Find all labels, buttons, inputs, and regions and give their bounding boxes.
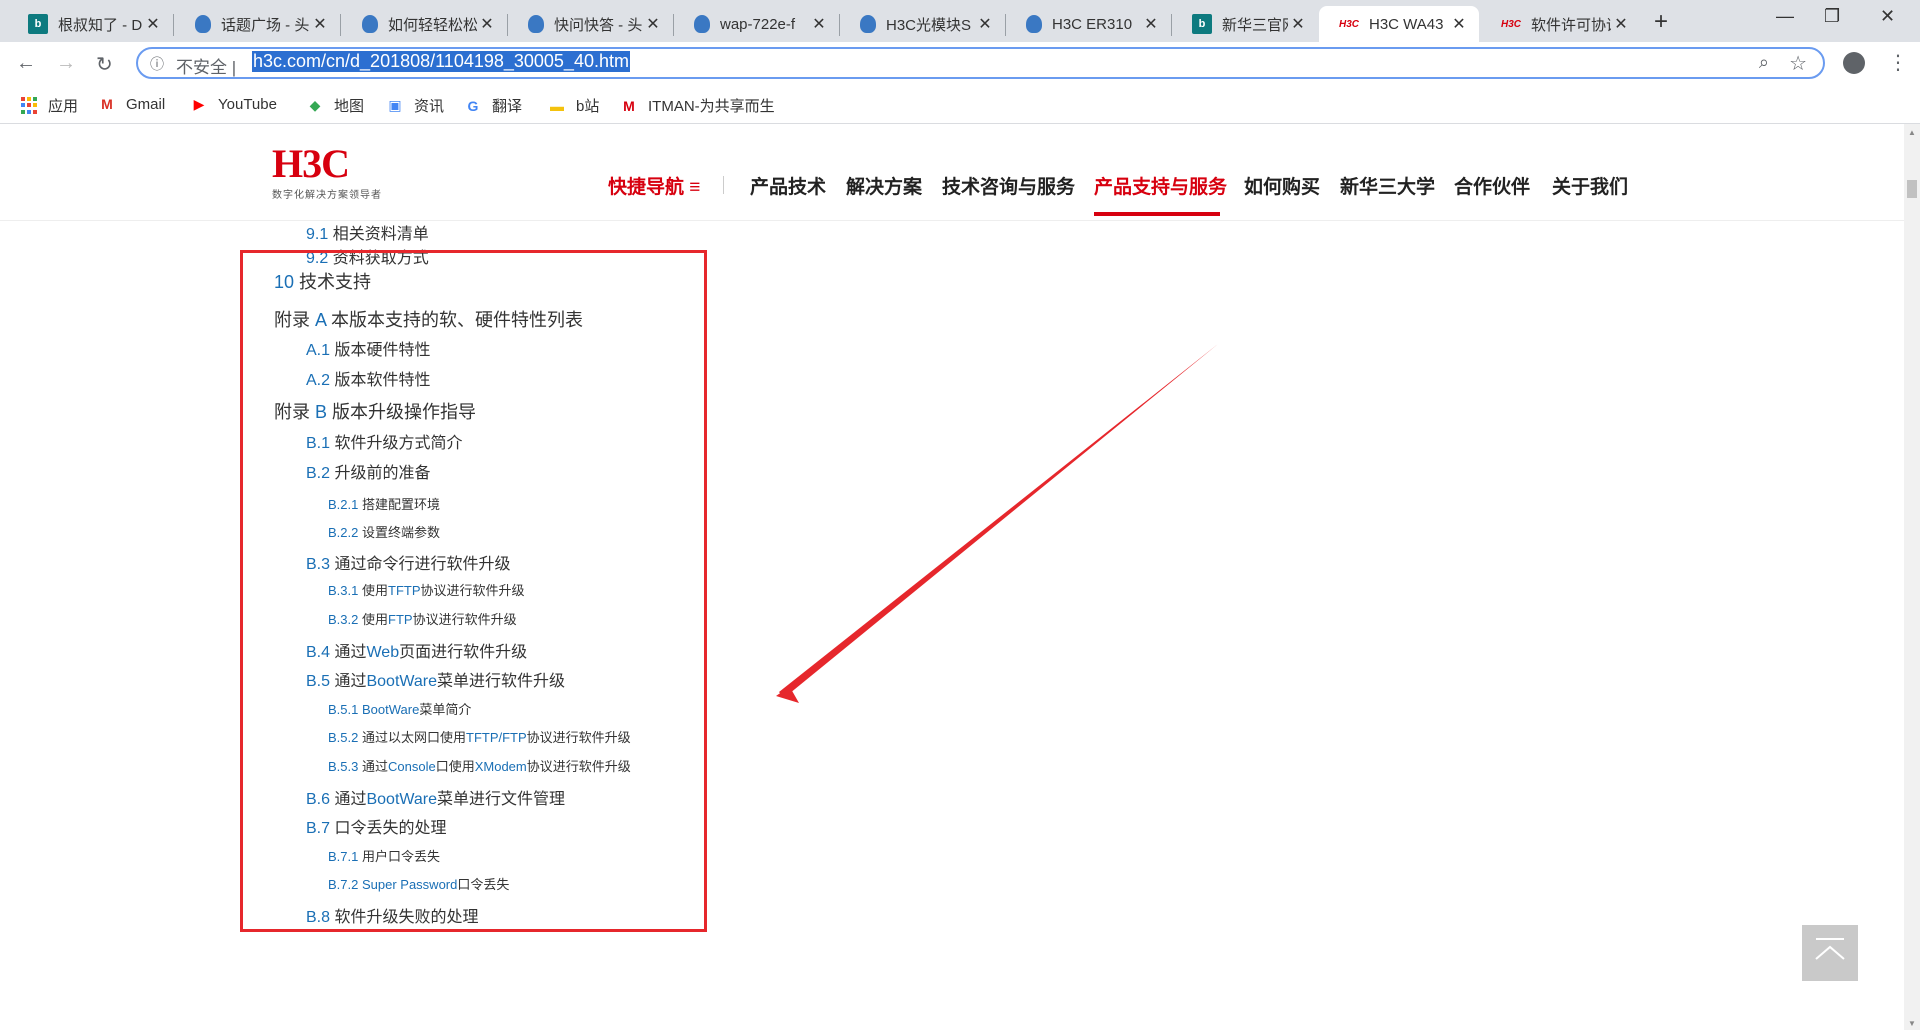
browser-menu-icon[interactable]: ⋮ [1888,50,1908,75]
tab-title: 快问快答 - 头 [554,16,643,34]
bookmark-label: 地图 [334,98,365,115]
url-text[interactable]: h3c.com/cn/d_201808/1104198_30005_40.htm [252,51,630,72]
bookmark-star-icon[interactable]: ☆ [1789,51,1807,76]
browser-tab[interactable]: H3C 软件许可协议✕ [1481,6,1641,42]
bing-icon: b [1192,14,1212,34]
browser-tab[interactable]: 话题广场 - 头 ✕ [175,6,340,42]
tab-title: H3C光模块S [886,16,972,34]
chevron-up-icon [1815,938,1845,960]
tab-title: 软件许可协议 [1531,16,1611,34]
zoom-icon[interactable]: ⌕ [1759,52,1769,73]
folder-icon: ▬ [550,97,564,114]
tab-title: H3C ER310 [1052,15,1133,33]
security-label: 不安全 [176,58,227,77]
close-tab-icon[interactable]: ✕ [643,14,663,34]
droplet-icon [694,15,710,33]
droplet-icon [860,15,876,33]
close-tab-icon[interactable]: ✕ [975,14,995,34]
browser-tab[interactable]: H3C ER310 ✕ [1006,6,1171,42]
droplet-icon [1026,15,1042,33]
close-tab-icon[interactable]: ✕ [1449,14,1469,34]
tab-title: wap-722e-f [720,15,796,33]
scroll-up-icon[interactable]: ▲ [1908,128,1916,137]
news-icon: ▣ [388,97,402,113]
bookmark-item[interactable]: ▣ 资讯 [386,95,444,116]
profile-avatar[interactable] [1843,52,1865,74]
tab-title: 根叔知了 - D [58,16,143,34]
browser-tab[interactable]: b 根叔知了 - D ✕ [8,6,173,42]
gmail-icon: M [101,96,113,112]
bookmark-item[interactable]: ▶ YouTube [190,95,277,113]
info-icon[interactable]: ⓘ [150,54,164,74]
reload-icon[interactable]: ↻ [96,52,113,77]
bookmark-item[interactable]: G 翻译 [464,95,522,116]
scrollbar-thumb[interactable] [1907,180,1917,198]
droplet-icon [195,15,211,33]
apps-icon [20,96,38,115]
browser-toolbar: ← → ↻ ⓘ 不安全 | h3c.com/cn/d_201808/110419… [0,42,1920,86]
close-tab-icon[interactable]: ✕ [1141,14,1161,34]
bookmark-label: b站 [576,98,600,115]
address-bar[interactable]: ⓘ 不安全 | h3c.com/cn/d_201808/1104198_3000… [136,47,1825,79]
browser-tab[interactable]: wap-722e-f ✕ [674,6,839,42]
tab-title: 如何轻轻松松 [388,16,477,34]
restore-icon[interactable]: ❐ [1824,6,1840,27]
youtube-icon: ▶ [193,95,205,112]
droplet-icon [362,15,378,33]
tab-title: 新华三官网 [1222,16,1288,34]
close-tab-icon[interactable]: ✕ [1288,14,1308,34]
h3c-icon: H3C [1339,18,1360,30]
bing-icon: b [28,14,48,34]
browser-tab[interactable]: H3C H3C WA43 ✕ [1319,6,1479,42]
annotation-arrow [776,344,1218,703]
bookmark-label: 资讯 [414,98,445,115]
scroll-down-icon[interactable]: ▼ [1908,1019,1916,1028]
close-window-icon[interactable]: ✕ [1880,6,1895,27]
forward-icon[interactable]: → [56,52,76,75]
back-icon[interactable]: ← [16,52,36,75]
close-tab-icon[interactable]: ✕ [143,14,163,34]
close-tab-icon[interactable]: ✕ [477,14,497,34]
droplet-icon [528,15,544,33]
close-tab-icon[interactable]: ✕ [1611,14,1631,34]
security-separator: | [231,58,237,77]
bookmark-item[interactable]: M ITMAN-为共享而生 [620,95,775,116]
bookmark-item[interactable]: M Gmail [98,95,165,113]
minimize-icon[interactable]: — [1776,6,1794,27]
bookmark-label: ITMAN-为共享而生 [648,98,775,115]
new-tab-button[interactable]: + [1654,8,1668,36]
bookmarks-bar: 应用 M Gmail ▶ YouTube ◆ 地图 ▣ 资讯 G 翻译 ▬ b站 M ITMAN-为共享而生 [0,86,1920,124]
web-page: 9.1 相关资料清单 9.2 资料获取方式 10 技术支持 附录 A 本版本支持的软、… [0,124,1904,1030]
back-to-top-button[interactable] [1802,925,1858,981]
tab-title: 话题广场 - 头 [221,16,310,34]
browser-tab[interactable]: H3C光模块S ✕ [840,6,1005,42]
browser-tab[interactable]: 快问快答 - 头 ✕ [508,6,673,42]
tab-separator [173,14,174,36]
bookmark-label: 应用 [48,98,79,115]
tab-separator [340,14,341,36]
tab-title: H3C WA43 [1369,15,1444,33]
close-tab-icon[interactable]: ✕ [310,14,330,34]
bookmark-label: YouTube [218,95,277,113]
h3c-icon: H3C [1501,18,1522,30]
bookmark-item[interactable]: 应用 [20,95,78,116]
tab-strip: b 根叔知了 - D ✕ 话题广场 - 头 ✕ 如何轻轻松松 ✕ 快问快答 - 头 ✕ wap-7… [0,0,1920,42]
itman-icon: M [623,97,635,114]
maps-icon: ◆ [309,97,321,113]
bookmark-item[interactable]: ▬ b站 [548,95,599,116]
bookmark-label: Gmail [126,95,166,113]
browser-tab[interactable]: b 新华三官网✕ [1172,6,1318,42]
bookmark-label: 翻译 [492,98,523,115]
scrollbar[interactable]: ▲ ▼ [1904,124,1920,1030]
bookmark-item[interactable]: ◆ 地图 [306,95,364,116]
browser-tab[interactable]: 如何轻轻松松 ✕ [342,6,507,42]
close-tab-icon[interactable]: ✕ [809,14,829,34]
translate-icon: G [467,97,479,114]
